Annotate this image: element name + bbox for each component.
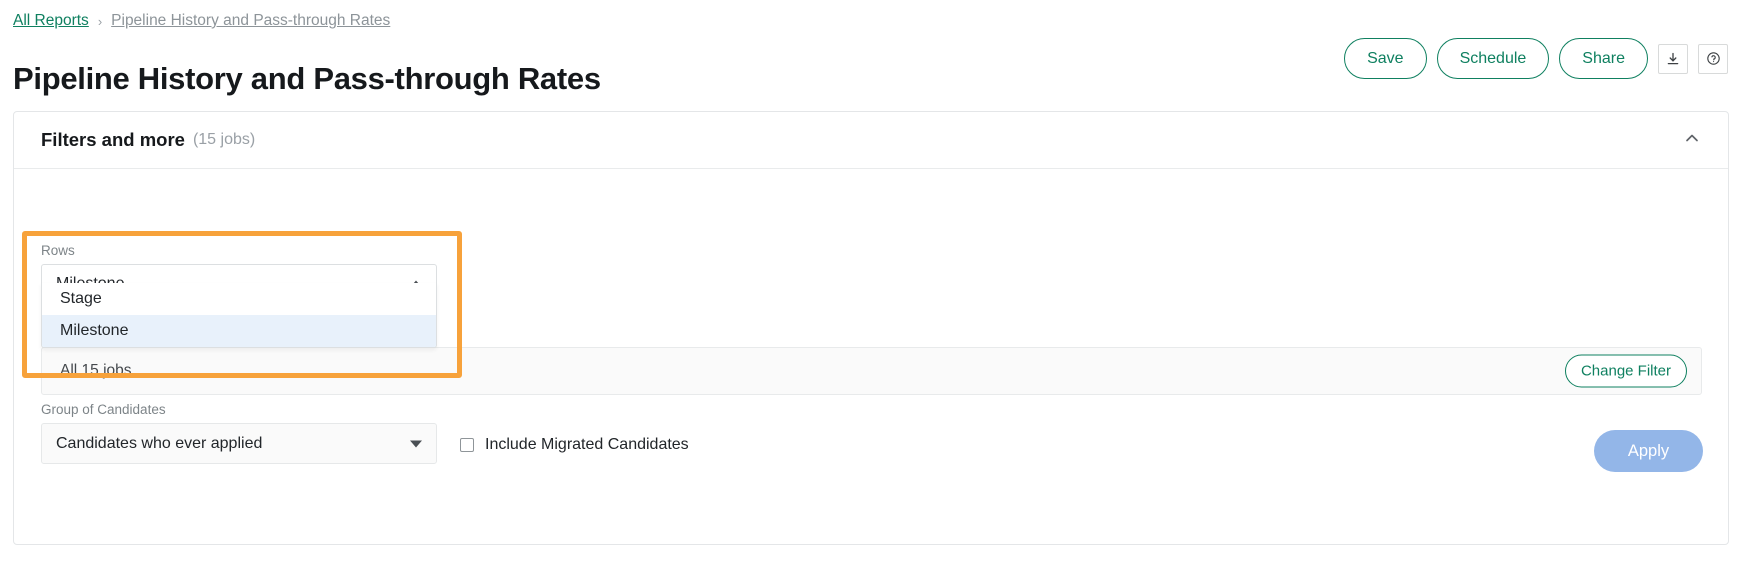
breadcrumb-current-report[interactable]: Pipeline History and Pass-through Rates <box>111 12 390 30</box>
rows-option-stage[interactable]: Stage <box>42 283 436 315</box>
filters-card-subtitle: (15 jobs) <box>192 131 256 148</box>
breadcrumb-separator-icon: › <box>97 13 103 29</box>
filters-card-body: All 15 jobs Change Filter Rows Milestone… <box>14 169 1728 545</box>
rows-select-menu: Stage Milestone <box>41 283 437 348</box>
help-circle-icon <box>1706 51 1721 66</box>
schedule-button[interactable]: Schedule <box>1436 38 1550 79</box>
change-filter-button[interactable]: Change Filter <box>1564 354 1687 388</box>
include-migrated-candidates-row: Include Migrated Candidates <box>460 436 689 454</box>
rows-field-label: Rows <box>41 243 75 258</box>
group-of-candidates-select[interactable]: Candidates who ever applied <box>41 423 437 464</box>
page-title: Pipeline History and Pass-through Rates <box>13 60 601 96</box>
share-button[interactable]: Share <box>1559 38 1648 79</box>
apply-button[interactable]: Apply <box>1594 430 1703 472</box>
job-filter-strip: All 15 jobs Change Filter <box>41 347 1702 395</box>
caret-down-icon <box>410 440 422 447</box>
collapse-filters-button[interactable] <box>1678 126 1706 154</box>
rows-option-milestone[interactable]: Milestone <box>42 315 436 347</box>
header-actions: Save Schedule Share <box>1344 38 1728 79</box>
help-button[interactable] <box>1698 43 1728 74</box>
save-button[interactable]: Save <box>1344 38 1427 79</box>
chevron-up-icon <box>1683 129 1701 152</box>
download-icon <box>1666 52 1680 66</box>
filters-card-title: Filters and more <box>41 129 185 150</box>
include-migrated-candidates-checkbox[interactable] <box>460 438 474 452</box>
group-of-candidates-label: Group of Candidates <box>41 402 166 417</box>
rows-field: Rows Milestone Stage Milestone <box>41 243 437 348</box>
include-migrated-candidates-label[interactable]: Include Migrated Candidates <box>485 436 689 454</box>
download-button[interactable] <box>1658 43 1688 74</box>
group-of-candidates-field: Group of Candidates Candidates who ever … <box>41 402 437 464</box>
group-of-candidates-value: Candidates who ever applied <box>56 434 263 452</box>
filters-card: Filters and more (15 jobs) All 15 jobs C… <box>13 111 1729 545</box>
filters-card-header: Filters and more (15 jobs) <box>14 112 1728 169</box>
breadcrumb: All Reports › Pipeline History and Pass-… <box>13 10 390 32</box>
job-filter-text: All 15 jobs <box>60 362 132 379</box>
breadcrumb-all-reports-link[interactable]: All Reports <box>13 12 89 30</box>
